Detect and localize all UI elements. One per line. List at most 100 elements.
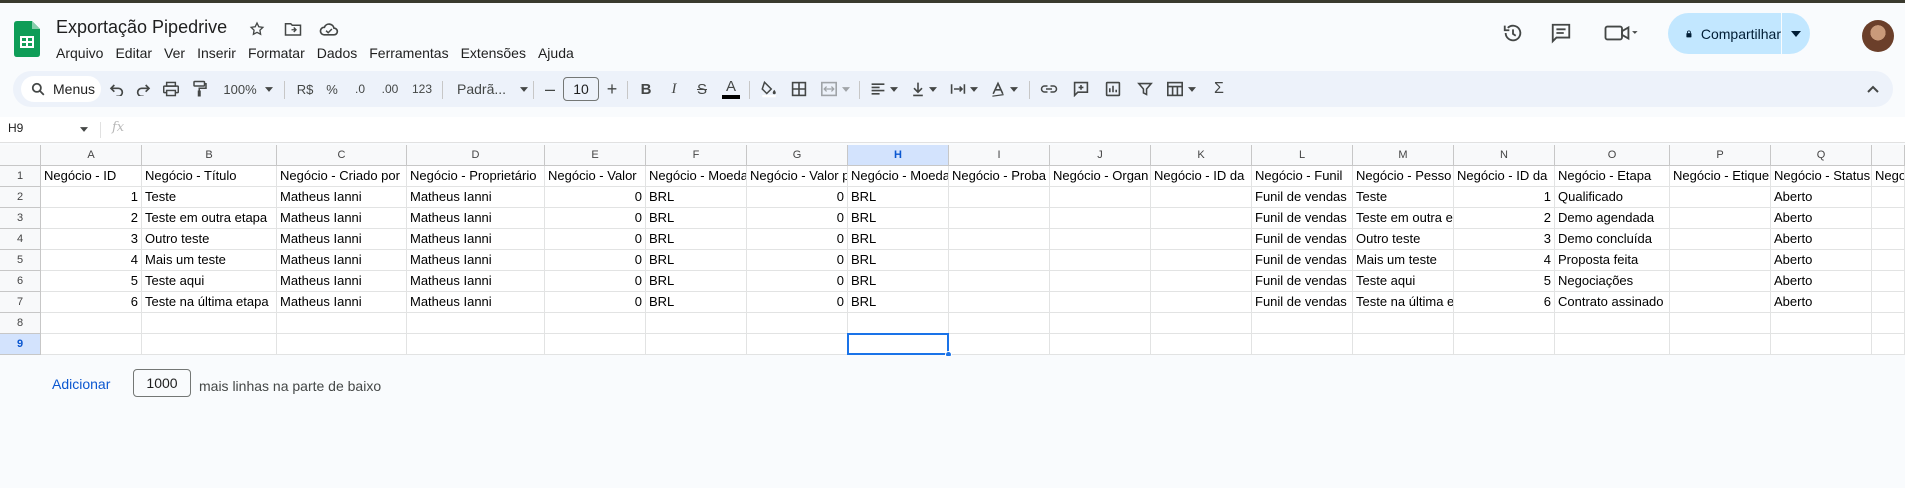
font-size-input[interactable]: 10: [563, 77, 599, 101]
cell[interactable]: Matheus Ianni: [277, 250, 407, 271]
cell[interactable]: [1872, 334, 1905, 355]
add-rows-button[interactable]: Adicionar: [52, 376, 110, 392]
column-header[interactable]: A: [41, 145, 142, 166]
cell[interactable]: BRL: [848, 250, 949, 271]
cell[interactable]: Matheus Ianni: [407, 187, 545, 208]
cell[interactable]: Matheus Ianni: [277, 187, 407, 208]
sheets-logo-icon[interactable]: [14, 21, 40, 57]
cell[interactable]: Aberto: [1771, 292, 1872, 313]
menu-item[interactable]: Formatar: [242, 42, 311, 64]
cell[interactable]: [1252, 334, 1353, 355]
cell[interactable]: [1670, 229, 1771, 250]
cell[interactable]: [407, 334, 545, 355]
cell[interactable]: [1872, 292, 1905, 313]
cell[interactable]: 0: [747, 187, 848, 208]
cell[interactable]: [949, 271, 1050, 292]
cell[interactable]: 2: [1454, 208, 1555, 229]
row-header[interactable]: 6: [0, 271, 41, 292]
cell[interactable]: [1050, 271, 1151, 292]
header-cell[interactable]: Negócio - ID: [41, 166, 142, 187]
cell[interactable]: Funil de vendas: [1252, 292, 1353, 313]
cell[interactable]: [949, 229, 1050, 250]
header-cell[interactable]: Negócio - Funil: [1252, 166, 1353, 187]
row-header[interactable]: 1: [0, 166, 41, 187]
cell[interactable]: [1872, 313, 1905, 334]
cell[interactable]: Teste aqui: [1353, 271, 1454, 292]
share-dropdown-icon[interactable]: [1782, 13, 1810, 54]
filter-icon[interactable]: [1131, 71, 1159, 107]
zoom-select[interactable]: 100%: [219, 71, 277, 107]
column-header[interactable]: H: [848, 145, 949, 166]
column-header[interactable]: N: [1454, 145, 1555, 166]
cell[interactable]: Teste em outra e: [1353, 208, 1454, 229]
increase-font-size-icon[interactable]: +: [601, 71, 623, 107]
horizontal-align-icon[interactable]: [865, 71, 903, 107]
header-cell[interactable]: Negócio - Proprietário: [407, 166, 545, 187]
cell[interactable]: [407, 313, 545, 334]
row-header[interactable]: 9: [0, 334, 41, 355]
cell[interactable]: [41, 313, 142, 334]
cell[interactable]: [1555, 334, 1670, 355]
cell[interactable]: BRL: [646, 208, 747, 229]
column-header[interactable]: O: [1555, 145, 1670, 166]
cell[interactable]: [1454, 313, 1555, 334]
header-cell[interactable]: Negócio - Organ: [1050, 166, 1151, 187]
cell[interactable]: [1353, 334, 1454, 355]
row-header[interactable]: 4: [0, 229, 41, 250]
cell[interactable]: [1151, 208, 1252, 229]
cell[interactable]: 0: [545, 250, 646, 271]
document-title[interactable]: Exportação Pipedrive: [56, 17, 227, 38]
cell[interactable]: Outro teste: [1353, 229, 1454, 250]
star-icon[interactable]: [246, 18, 268, 40]
cell[interactable]: 0: [747, 271, 848, 292]
cell[interactable]: BRL: [646, 187, 747, 208]
cell[interactable]: Demo concluída: [1555, 229, 1670, 250]
row-header[interactable]: 7: [0, 292, 41, 313]
cell[interactable]: Teste na última e: [1353, 292, 1454, 313]
cell[interactable]: [1771, 334, 1872, 355]
header-cell[interactable]: Negócio - Criado por: [277, 166, 407, 187]
vertical-align-icon[interactable]: [905, 71, 943, 107]
cell[interactable]: [646, 334, 747, 355]
cell[interactable]: Proposta feita: [1555, 250, 1670, 271]
cell[interactable]: [277, 334, 407, 355]
percent-format-button[interactable]: %: [319, 71, 345, 107]
column-header[interactable]: B: [142, 145, 277, 166]
text-wrap-icon[interactable]: [945, 71, 983, 107]
insert-link-icon[interactable]: [1035, 71, 1063, 107]
undo-icon[interactable]: [105, 71, 129, 107]
cell[interactable]: [41, 334, 142, 355]
text-rotation-icon[interactable]: [985, 71, 1023, 107]
version-history-icon[interactable]: [1500, 20, 1526, 46]
column-header[interactable]: E: [545, 145, 646, 166]
insert-comment-icon[interactable]: [1067, 71, 1095, 107]
cell[interactable]: [646, 313, 747, 334]
header-cell[interactable]: Negócio - ID da: [1454, 166, 1555, 187]
cell[interactable]: 5: [41, 271, 142, 292]
search-menus[interactable]: Menus: [21, 76, 101, 102]
cell[interactable]: Mais um teste: [1353, 250, 1454, 271]
borders-icon[interactable]: [785, 71, 813, 107]
cell[interactable]: [1872, 271, 1905, 292]
insert-chart-icon[interactable]: [1099, 71, 1127, 107]
cell[interactable]: [949, 187, 1050, 208]
name-box[interactable]: H9: [8, 121, 23, 135]
cell[interactable]: 5: [1454, 271, 1555, 292]
decrease-decimal-button[interactable]: .0: [347, 71, 373, 107]
menu-item[interactable]: Ferramentas: [363, 42, 454, 64]
cell[interactable]: [1872, 187, 1905, 208]
column-header[interactable]: C: [277, 145, 407, 166]
header-cell[interactable]: Negócio - Moeda: [848, 166, 949, 187]
cell[interactable]: Matheus Ianni: [277, 229, 407, 250]
column-header[interactable]: L: [1252, 145, 1353, 166]
cell[interactable]: [1252, 313, 1353, 334]
header-cell[interactable]: Nego: [1872, 166, 1905, 187]
menu-item[interactable]: Inserir: [191, 42, 242, 64]
cell[interactable]: 3: [41, 229, 142, 250]
cell[interactable]: [1151, 334, 1252, 355]
cell[interactable]: 0: [545, 208, 646, 229]
cell[interactable]: [747, 334, 848, 355]
cell[interactable]: BRL: [848, 229, 949, 250]
cell[interactable]: [1670, 334, 1771, 355]
cell[interactable]: Matheus Ianni: [277, 292, 407, 313]
